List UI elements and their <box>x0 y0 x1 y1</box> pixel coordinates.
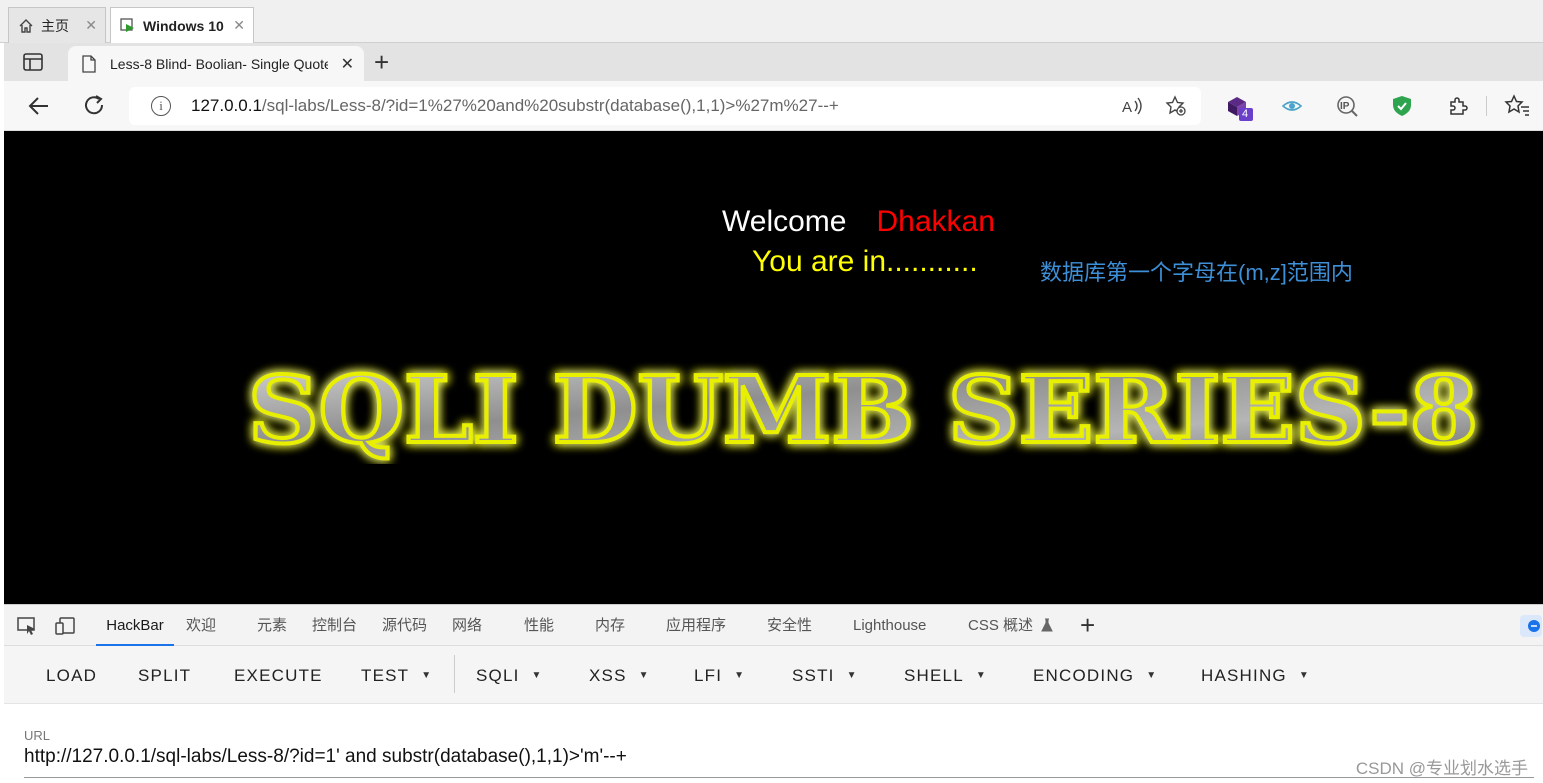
url-input[interactable]: i 127.0.0.1/sql-labs/Less-8/?id=1%27%20a… <box>129 87 1201 125</box>
url-path: /sql-labs/Less-8/?id=1%27%20and%20substr… <box>261 96 839 115</box>
caret-down-icon: ▼ <box>1298 670 1310 681</box>
hackbar-toolbar: LOAD SPLIT EXECUTE TEST ▼ SQLI ▼ XSS ▼ LFI ▼… <box>4 646 1543 704</box>
hashing-menu-button[interactable]: HASHING ▼ <box>1201 666 1310 686</box>
document-icon <box>82 54 96 73</box>
ssti-menu-button[interactable]: SSTI ▼ <box>792 666 858 686</box>
execute-button[interactable]: EXECUTE <box>234 666 323 686</box>
lfi-label: LFI <box>694 666 723 685</box>
extension-cube-icon[interactable]: 4 <box>1225 94 1253 121</box>
tab-lighthouse[interactable]: Lighthouse <box>853 605 926 646</box>
hashing-label: HASHING <box>1201 666 1287 685</box>
close-tab-icon[interactable]: ✕ <box>341 54 354 74</box>
svg-text:IP: IP <box>1340 101 1350 112</box>
eye-extension-icon[interactable] <box>1280 94 1304 118</box>
sqli-banner: SQLI DUMB SERIES-8 <box>246 354 1480 464</box>
close-icon[interactable]: ✕ <box>85 17 97 34</box>
hackbar-url-field[interactable]: URL http://127.0.0.1/sql-labs/Less-8/?id… <box>4 704 1543 783</box>
toolbar-separator <box>454 655 455 693</box>
vm-tab-windows10-label: Windows 10 <box>143 17 224 34</box>
welcome-text: Welcome <box>722 205 847 238</box>
vm-tab-windows10[interactable]: Windows 10 ✕ <box>110 7 254 43</box>
banner-title: SQLI DUMB SERIES-8 <box>248 356 1478 464</box>
tab-actions-icon[interactable] <box>22 52 44 72</box>
csdn-watermark: CSDN @专业划水选手 <box>1355 759 1528 778</box>
back-arrow-icon[interactable] <box>26 93 52 119</box>
user-name: Dhakkan <box>876 205 995 238</box>
encoding-menu-button[interactable]: ENCODING ▼ <box>1033 666 1157 686</box>
split-button[interactable]: SPLIT <box>138 666 191 686</box>
tab-sources[interactable]: 源代码 <box>382 605 427 646</box>
url-field-label: URL <box>24 728 51 743</box>
tab-hackbar[interactable]: HackBar <box>96 605 174 646</box>
browser-tab-strip: Less-8 Blind- Boolian- Single Quotes ✕ + <box>4 43 1543 81</box>
add-favorite-icon[interactable] <box>1165 95 1187 122</box>
shield-extension-icon[interactable] <box>1390 94 1414 118</box>
login-status: You are in........... <box>752 245 978 278</box>
caret-down-icon: ▼ <box>846 670 858 681</box>
lfi-menu-button[interactable]: LFI ▼ <box>694 666 745 686</box>
shell-label: SHELL <box>904 666 964 685</box>
vm-tab-home-label: 主页 <box>41 17 69 34</box>
caret-down-icon: ▼ <box>421 670 433 681</box>
tab-css-overview[interactable]: CSS 概述 <box>968 605 1053 646</box>
vm-tab-strip: 主页 ✕ Windows 10 ✕ <box>0 0 1543 43</box>
welcome-line: Welcome Dhakkan <box>722 205 995 239</box>
tab-security[interactable]: 安全性 <box>767 605 812 646</box>
device-toolbar-icon[interactable] <box>54 616 76 636</box>
tab-elements[interactable]: 元素 <box>257 605 287 646</box>
add-panel-button[interactable]: + <box>1080 605 1095 646</box>
shell-menu-button[interactable]: SHELL ▼ <box>904 666 987 686</box>
tab-console[interactable]: 控制台 <box>312 605 357 646</box>
load-button[interactable]: LOAD <box>46 666 97 686</box>
tab-welcome[interactable]: 欢迎 <box>186 605 216 646</box>
vm-tab-home[interactable]: 主页 ✕ <box>8 7 106 43</box>
test-label: TEST <box>361 666 410 685</box>
experiment-flask-icon <box>1041 607 1053 648</box>
refresh-icon[interactable] <box>82 93 108 119</box>
inspect-element-icon[interactable] <box>16 616 38 636</box>
caret-down-icon: ▼ <box>531 670 543 681</box>
home-icon <box>17 17 35 35</box>
url-field-underline <box>24 777 1534 778</box>
annotation-note: 数据库第一个字母在(m,z]范围内 <box>1040 260 1353 285</box>
caret-down-icon: ▼ <box>734 670 746 681</box>
caret-down-icon: ▼ <box>638 670 650 681</box>
caret-down-icon: ▼ <box>975 670 987 681</box>
extensions-puzzle-icon[interactable] <box>1446 94 1470 118</box>
encoding-label: ENCODING <box>1033 666 1135 685</box>
favorites-icon[interactable] <box>1504 94 1529 118</box>
tab-memory[interactable]: 内存 <box>595 605 625 646</box>
ssti-label: SSTI <box>792 666 835 685</box>
tab-css-overview-label: CSS 概述 <box>968 617 1034 634</box>
vm-icon <box>119 17 137 35</box>
close-icon[interactable]: ✕ <box>233 17 245 34</box>
url-actions: A <box>1121 95 1187 122</box>
read-aloud-icon[interactable]: A <box>1121 95 1143 122</box>
tab-application[interactable]: 应用程序 <box>666 605 726 646</box>
ip-extension-icon[interactable]: IP <box>1335 94 1359 118</box>
url-host: 127.0.0.1 <box>191 96 262 115</box>
tab-network[interactable]: 网络 <box>452 605 482 646</box>
sqli-label: SQLI <box>476 666 520 685</box>
tab-performance[interactable]: 性能 <box>524 605 554 646</box>
new-tab-button[interactable]: + <box>374 48 389 76</box>
page-content: Welcome Dhakkan You are in........... 数据库… <box>4 131 1543 604</box>
caret-down-icon: ▼ <box>1146 670 1158 681</box>
xss-menu-button[interactable]: XSS ▼ <box>589 666 650 686</box>
svg-text:A: A <box>1122 99 1132 116</box>
devtools-tab-bar: HackBar 欢迎 元素 控制台 源代码 网络 性能 内存 应用程序 安全性 … <box>4 604 1543 646</box>
browser-tab-title: Less-8 Blind- Boolian- Single Quotes <box>110 55 328 72</box>
browser-tab[interactable]: Less-8 Blind- Boolian- Single Quotes ✕ <box>68 46 364 81</box>
test-menu-button[interactable]: TEST ▼ <box>361 666 432 686</box>
feedback-icon[interactable] <box>1520 615 1542 637</box>
toolbar-divider <box>1486 96 1487 116</box>
address-bar: i 127.0.0.1/sql-labs/Less-8/?id=1%27%20a… <box>4 81 1543 131</box>
xss-label: XSS <box>589 666 627 685</box>
url-field-value[interactable]: http://127.0.0.1/sql-labs/Less-8/?id=1' … <box>24 746 627 768</box>
extension-badge: 4 <box>1242 108 1249 120</box>
sqli-menu-button[interactable]: SQLI ▼ <box>476 666 543 686</box>
site-info-icon[interactable]: i <box>151 96 171 116</box>
